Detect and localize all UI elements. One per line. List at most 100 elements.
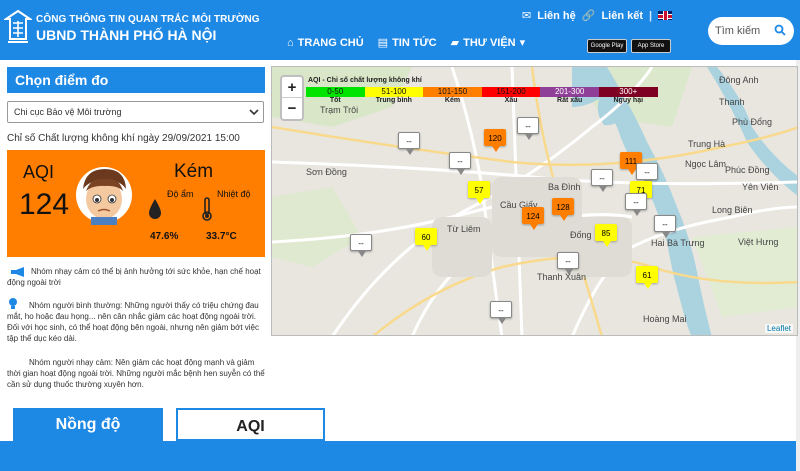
place-label: Yên Viên (742, 182, 779, 192)
station-marker[interactable]: 128 (552, 198, 574, 221)
place-label: Đông Anh (719, 75, 759, 85)
humidity-value: 47.6% (150, 231, 179, 242)
station-marker[interactable]: -- (490, 301, 512, 324)
advice-normal-group: Nhóm người bình thường: Những người thấy… (7, 301, 260, 343)
station-marker[interactable]: -- (557, 252, 579, 275)
nav-news-label: TIN TỨC (392, 36, 437, 49)
place-label: Long Biên (712, 205, 753, 215)
zoom-control: + − (280, 75, 304, 121)
org-name-line2[interactable]: UBND THÀNH PHỐ HÀ NỘI (36, 27, 216, 43)
aqi-legend: AQI - Chỉ số chất lượng không khí 0-50 5… (306, 75, 658, 113)
link-icon: 🔗 (581, 10, 596, 22)
station-marker[interactable]: -- (449, 152, 471, 175)
marker-pointer (457, 169, 465, 175)
aqi-value: 124 (19, 188, 70, 221)
tab-aqi[interactable]: AQI (176, 408, 325, 441)
advice-sensitive-group: Nhóm người nhạy cảm: Nên giảm các hoạt đ… (7, 358, 265, 389)
legend-label-poor: Kém (444, 97, 461, 104)
marker-pointer (525, 134, 533, 140)
legend-range-hazardous: 300+ (598, 87, 658, 97)
station-marker[interactable]: -- (350, 234, 372, 257)
search-input[interactable] (715, 25, 769, 37)
mail-icon: ✉ (522, 10, 532, 22)
humidity-label: Độ ẩm (167, 189, 194, 199)
nav-library-label: THƯ VIỆN (463, 36, 516, 49)
legend-range-very-bad: 201-300 (540, 87, 599, 97)
aqi-label: AQI (23, 162, 55, 182)
place-label: Ngọc Lâm (685, 159, 727, 169)
station-marker[interactable]: -- (398, 132, 420, 155)
marker-pointer (565, 269, 573, 275)
nav-home-label: TRANG CHỦ (297, 36, 364, 49)
legend-range-good: 0-50 (306, 87, 365, 97)
station-marker[interactable]: 120 (484, 129, 506, 152)
station-select[interactable]: Chi cục Bảo vệ Môi trường (7, 101, 264, 123)
legend-labels: Tốt Trung bình Kém Xấu Rất xấu Nguy hại (306, 97, 658, 106)
place-label: Thanh (719, 97, 745, 107)
nav-news[interactable]: ▤ TIN TỨC (377, 36, 437, 50)
marker-pointer (633, 210, 641, 216)
advice-sensitive-short: Nhóm nhạy cảm có thể bị ảnh hưởng tới sứ… (7, 267, 261, 287)
thermometer-icon (202, 197, 212, 221)
station-marker[interactable]: -- (636, 163, 658, 186)
contact-link[interactable]: Liên hệ (537, 10, 576, 22)
app-store-badge[interactable]: App Store (631, 39, 671, 53)
chevron-down-icon: ▾ (519, 37, 526, 49)
zoom-out-button[interactable]: − (282, 98, 302, 119)
main-nav: ⌂ TRANG CHỦ ▤ TIN TỨC ▰ THƯ VIỆN ▾ (287, 36, 526, 50)
uk-flag-icon[interactable] (658, 11, 673, 20)
place-label: Đống (570, 230, 592, 240)
marker-pointer (492, 146, 500, 152)
home-icon: ⌂ (287, 36, 294, 49)
station-marker[interactable]: 124 (522, 207, 544, 230)
nav-library[interactable]: ▰ THƯ VIỆN ▾ (450, 36, 526, 50)
marker-pointer (406, 149, 414, 155)
station-marker[interactable]: 57 (468, 181, 490, 204)
station-marker[interactable]: -- (517, 117, 539, 140)
temperature-value: 33.7°C (206, 231, 237, 242)
place-label: Hai Bà Trưng (651, 238, 705, 248)
place-label: Trạm Trôi (320, 105, 359, 115)
legend-range-moderate: 51-100 (364, 87, 424, 97)
marker-pointer (476, 198, 484, 204)
newspaper-icon: ▤ (377, 37, 389, 49)
marker-pointer (603, 241, 611, 247)
station-marker[interactable]: -- (654, 215, 676, 238)
place-label: Trung Hà (688, 139, 726, 149)
marker-pointer (530, 224, 538, 230)
station-marker[interactable]: -- (591, 169, 613, 192)
hanoi-logo-icon[interactable] (4, 9, 32, 45)
place-label: Ba Đình (548, 182, 581, 192)
legend-range-poor: 101-150 (423, 87, 482, 97)
station-select-value: Chi cục Bảo vệ Môi trường (14, 107, 122, 117)
zoom-in-button[interactable]: + (282, 77, 302, 98)
station-marker[interactable]: 60 (415, 228, 437, 251)
chevron-down-icon (249, 109, 259, 116)
aqi-summary-box: AQI 124 Kém Độ ẩm 47.6% Nhiệt độ 33.7°C (7, 150, 265, 257)
org-name-line1: CÔNG THÔNG TIN QUAN TRẮC MÔI TRƯỜNG (36, 14, 260, 25)
site-header: CÔNG THÔNG TIN QUAN TRẮC MÔI TRƯỜNG UBND… (0, 0, 800, 60)
temperature-label: Nhiệt độ (217, 189, 251, 199)
place-label: Hoàng Mai (643, 314, 687, 324)
station-marker[interactable]: 85 (595, 224, 617, 247)
panel-title: Chọn điểm đo (7, 67, 265, 93)
aqi-map[interactable]: + − AQI - Chỉ số chất lượng không khí 0-… (271, 66, 798, 336)
marker-pointer (498, 318, 506, 324)
tab-concentration[interactable]: Nồng độ (13, 408, 163, 441)
google-play-badge[interactable]: Google Play (587, 39, 627, 53)
aqi-timestamp: Chỉ số Chất lượng không khí ngày 29/09/2… (7, 133, 240, 144)
marker-pointer (599, 186, 607, 192)
marker-pointer (423, 245, 431, 251)
leaflet-attribution-link[interactable]: Leaflet (764, 324, 793, 333)
nav-home[interactable]: ⌂ TRANG CHỦ (287, 36, 364, 49)
station-marker[interactable]: -- (625, 193, 647, 216)
legend-label-bad: Xấu (504, 97, 518, 104)
search-icon[interactable] (774, 24, 786, 36)
links-link[interactable]: Liên kết (601, 10, 643, 22)
separator: | (649, 9, 653, 22)
aqi-status: Kém (174, 161, 214, 182)
place-label: Phù Đổng (732, 117, 773, 127)
folder-icon: ▰ (450, 37, 460, 49)
marker-pointer (644, 283, 652, 289)
station-marker[interactable]: 61 (636, 266, 658, 289)
